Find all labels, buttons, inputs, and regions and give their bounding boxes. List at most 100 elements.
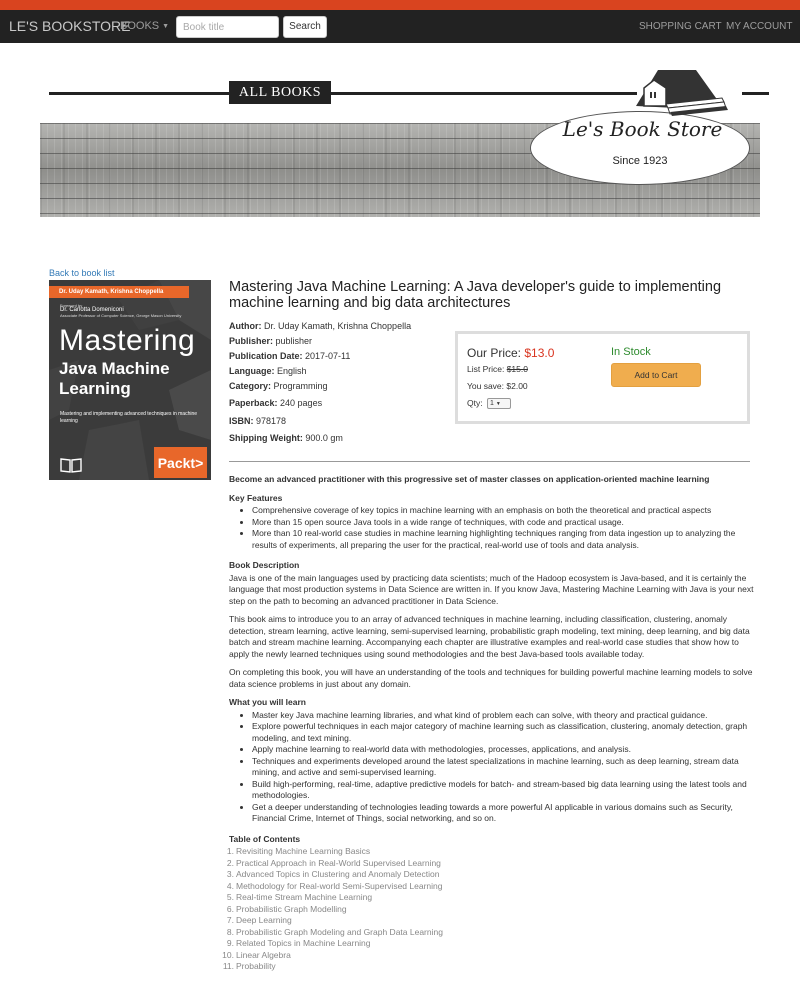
- cover-title-line3: Learning: [59, 379, 131, 398]
- qty-value: 1: [489, 400, 494, 408]
- top-accent-strip: [0, 0, 800, 10]
- caret-down-icon: ▼: [162, 23, 170, 30]
- toc-item-label: Practical Approach in Real-World Supervi…: [236, 857, 441, 868]
- detail-language: Language: English: [229, 366, 307, 376]
- store-name-logo: Le's Book Store: [562, 117, 723, 141]
- detail-label: Language:: [229, 366, 275, 376]
- toc-item: 8. Probabilistic Graph Modeling and Graph…: [226, 926, 443, 937]
- key-features-list: Comprehensive coverage of key topics in …: [229, 505, 754, 551]
- cover-authors: Dr. Uday Kamath, Krishna Choppella: [49, 286, 189, 298]
- you-save: You save: $2.00: [467, 381, 528, 391]
- cover-foreword-role: Associate Professor of Computer Science,…: [60, 313, 182, 318]
- toc-item: 4. Methodology for Real-world Semi-Superv…: [226, 880, 443, 891]
- list-item: Get a deeper understanding of technologi…: [252, 802, 754, 825]
- since-text: Since 1923: [612, 155, 668, 167]
- toc-item-label: Methodology for Real-world Semi-Supervis…: [236, 880, 443, 891]
- our-price-value: $13.0: [524, 346, 555, 360]
- toc-item: 7. Deep Learning: [226, 915, 292, 925]
- toc-item: 3. Advanced Topics in Clustering and Anom…: [226, 869, 440, 879]
- detail-author: Author: Dr. Uday Kamath, Krishna Choppel…: [229, 321, 411, 331]
- book-cover-image: Dr. Uday Kamath, Krishna Choppella Forew…: [49, 280, 211, 480]
- detail-label: Shipping Weight:: [229, 433, 303, 443]
- navbar: LE'S BOOKSTORE BOOKS▼ Search SHOPPING CA…: [0, 10, 800, 43]
- banner-rule-middle: [331, 92, 637, 95]
- learn-list: Master key Java machine learning librari…: [229, 710, 754, 825]
- toc-item-label: Revisiting Machine Learning Basics: [236, 846, 371, 856]
- detail-publication-date: Publication Date: 2017-07-11: [229, 351, 350, 361]
- toc-item: 10. Linear Algebra: [222, 949, 291, 960]
- packt-logo: Packt>: [154, 447, 207, 478]
- toc-item-label: Deep Learning: [236, 915, 292, 925]
- house-books-icon: [636, 70, 728, 116]
- quantity-select[interactable]: 1 ▼: [486, 398, 511, 410]
- detail-isbn: ISBN: 978178: [229, 416, 286, 426]
- detail-category: Category: Programming: [229, 381, 328, 391]
- detail-label: ISBN:: [229, 416, 254, 426]
- price-box: Our Price: $13.0 List Price: $15.0 You s…: [455, 331, 750, 424]
- search-input[interactable]: [176, 16, 279, 38]
- detail-label: Paperback:: [229, 398, 278, 408]
- list-item: Explore powerful techniques in each majo…: [252, 721, 754, 744]
- banner-rule-right: [742, 92, 769, 95]
- books-dropdown[interactable]: BOOKS ▼: [120, 20, 169, 32]
- qty-label: Qty:: [467, 398, 483, 408]
- detail-paperback: Paperback: 240 pages: [229, 398, 322, 408]
- book-description-title: Book Description: [229, 560, 300, 570]
- toc-item: 1. Revisiting Machine Learning Basics: [226, 846, 371, 856]
- detail-value: 240 pages: [277, 398, 323, 408]
- cover-title-line2: Java Machine: [59, 359, 170, 378]
- cover-title-line1: Mastering: [59, 324, 196, 357]
- all-books-label: ALL BOOKS: [229, 81, 331, 104]
- list-item: Master key Java machine learning librari…: [252, 710, 754, 722]
- detail-value: English: [274, 366, 307, 376]
- toc-item: 5. Real-time Stream Machine Learning: [226, 892, 373, 902]
- list-item: More than 10 real-world case studies in …: [252, 528, 754, 551]
- detail-value: Programming: [271, 381, 328, 391]
- list-price-label: List Price:: [467, 364, 505, 374]
- list-item: Techniques and experiments developed aro…: [252, 756, 754, 779]
- what-you-will-learn-title: What you will learn: [229, 697, 306, 707]
- cover-title-sub: Java Machine Learning: [59, 359, 170, 399]
- toc-item-label: Advanced Topics in Clustering and Anomal…: [236, 869, 440, 879]
- section-divider: [229, 461, 750, 462]
- banner-rule-left: [49, 92, 229, 95]
- quantity: Qty: 1 ▼: [467, 398, 511, 410]
- our-price-label: Our Price:: [467, 346, 522, 360]
- detail-label: Category:: [229, 381, 272, 391]
- shopping-cart-link[interactable]: SHOPPING CART: [639, 21, 722, 32]
- book-description: Become an advanced practitioner with thi…: [222, 474, 754, 973]
- toc-item-label: Linear Algebra: [236, 949, 291, 960]
- table-of-contents-title: Table of Contents: [229, 833, 301, 844]
- toc-item-label: Related Topics in Machine Learning: [236, 938, 371, 948]
- detail-publisher: Publisher: publisher: [229, 336, 312, 346]
- detail-label: Publication Date:: [229, 351, 303, 361]
- detail-label: Publisher:: [229, 336, 274, 346]
- description-paragraph: This book aims to introduce you to an ar…: [229, 614, 750, 659]
- book-title: Mastering Java Machine Learning: A Java …: [229, 279, 722, 311]
- toc-item-label: Probabilistic Graph Modeling and Graph D…: [236, 926, 443, 937]
- books-menu-label: BOOKS: [120, 20, 160, 32]
- detail-value: 900.0 gm: [302, 433, 343, 443]
- detail-value: Dr. Uday Kamath, Krishna Choppella: [261, 321, 412, 331]
- toc-item: 2. Practical Approach in Real-World Super…: [226, 857, 441, 868]
- search-button[interactable]: Search: [283, 16, 327, 38]
- list-price-value: $15.0: [506, 364, 528, 374]
- back-to-list-link[interactable]: Back to book list: [49, 268, 115, 278]
- cover-tagline: Mastering and implementing advanced tech…: [60, 411, 198, 424]
- description-paragraph: Java is one of the main languages used b…: [229, 572, 754, 606]
- our-price: Our Price: $13.0: [467, 346, 554, 360]
- detail-value: 978178: [253, 416, 287, 426]
- detail-shipping-weight: Shipping Weight: 900.0 gm: [229, 433, 343, 443]
- list-item: Apply machine learning to real-world dat…: [252, 744, 754, 756]
- cover-foreword: Foreword by Dr. Carlotta Domeniconi Asso…: [60, 303, 181, 318]
- my-account-link[interactable]: MY ACCOUNT: [726, 21, 793, 32]
- detail-label: Author:: [229, 321, 262, 331]
- detail-value: publisher: [273, 336, 313, 346]
- toc-item-label: Probability: [236, 961, 276, 971]
- add-to-cart-button[interactable]: Add to Cart: [611, 363, 701, 387]
- brand-link[interactable]: LE'S BOOKSTORE: [9, 18, 130, 34]
- list-item: Build high-performing, real-time, adapti…: [252, 779, 754, 802]
- stock-status: In Stock: [611, 346, 651, 358]
- open-book-icon: [60, 458, 82, 473]
- list-item: More than 15 open source Java tools in a…: [252, 517, 754, 529]
